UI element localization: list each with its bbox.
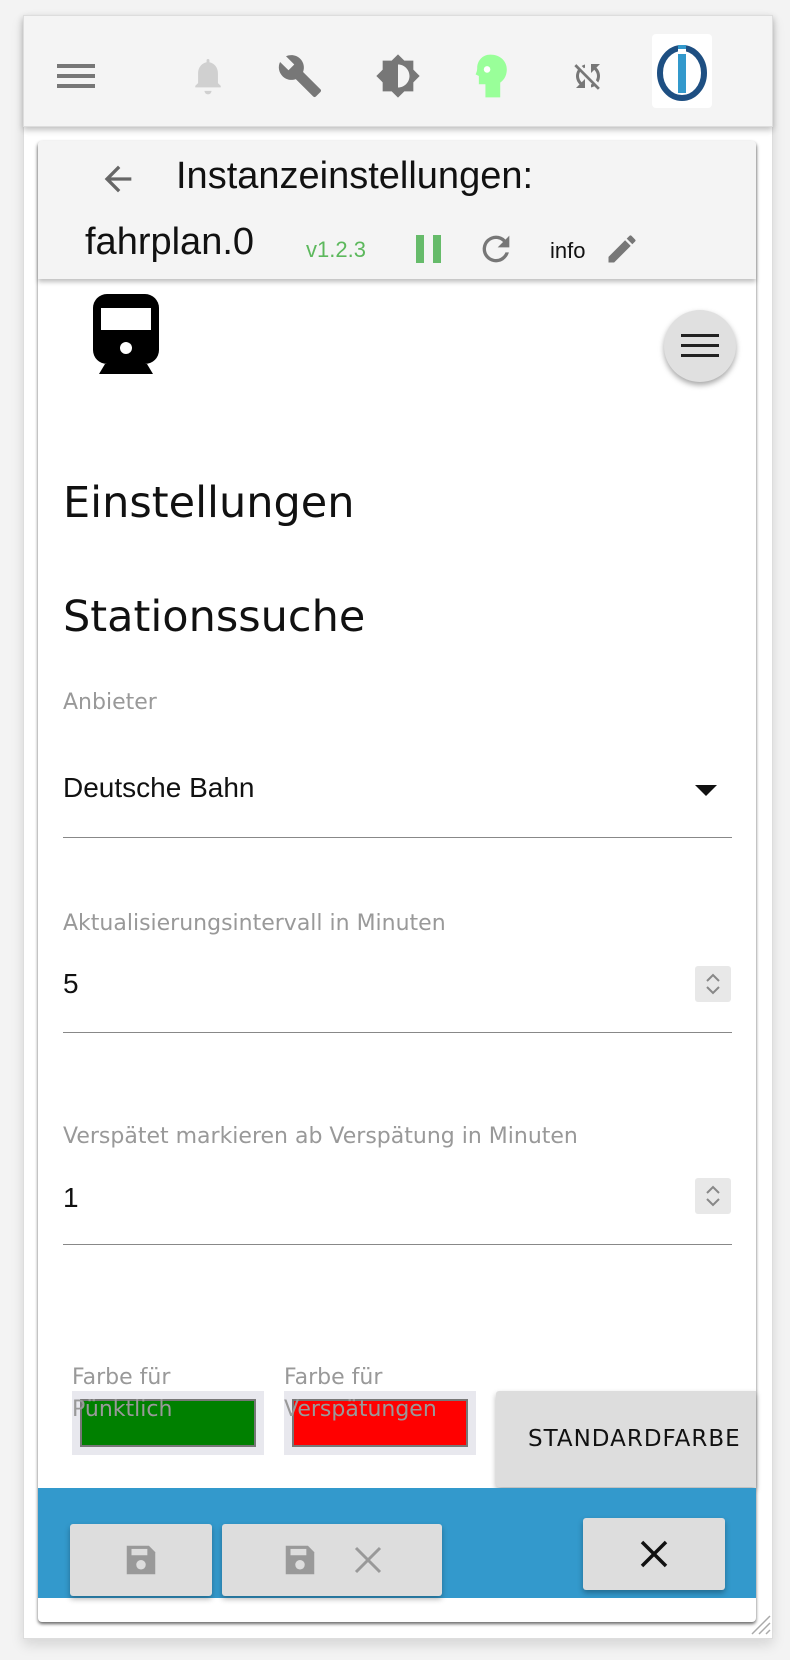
dropdown-arrow-icon[interactable] (695, 784, 717, 802)
delay-input[interactable]: 1 (63, 1182, 79, 1214)
train-icon (93, 294, 159, 379)
close-icon (640, 1540, 668, 1568)
version-label: v1.2.3 (306, 237, 366, 262)
page-title: Instanzeinstellungen: (176, 155, 534, 197)
provider-select[interactable]: Deutsche Bahn (63, 772, 254, 804)
delay-underline (63, 1244, 732, 1245)
default-colors-button[interactable]: STANDARDFARBE (496, 1391, 756, 1487)
sync-disabled-icon[interactable] (564, 52, 612, 100)
provider-label: Anbieter (63, 690, 157, 715)
close-button[interactable] (583, 1518, 725, 1590)
interval-stepper[interactable] (695, 966, 731, 1002)
ontime-color-label: Farbe für Pünktlich (72, 1365, 173, 1422)
interval-input[interactable]: 5 (63, 968, 79, 1000)
delayed-color-label: Farbe für Verspätungen (284, 1365, 437, 1422)
section-heading: Stationssuche (63, 592, 366, 642)
save-icon (126, 1545, 156, 1575)
instance-name: fahrplan.0 (85, 221, 255, 263)
delay-label: Verspätet markieren ab Verspätung in Min… (63, 1124, 578, 1149)
info-link[interactable]: info (550, 238, 585, 264)
provider-underline (63, 837, 732, 838)
interval-underline (63, 1032, 732, 1033)
close-icon (354, 1546, 382, 1574)
back-arrow-icon[interactable] (98, 159, 138, 204)
interval-label: Aktualisierungsintervall in Minuten (63, 911, 446, 936)
top-toolbar (23, 15, 773, 127)
delay-stepper[interactable] (695, 1178, 731, 1214)
bell-icon[interactable] (184, 52, 232, 100)
save-icon (285, 1545, 315, 1575)
footer-action-bar (38, 1488, 756, 1598)
settings-heading: Einstellungen (63, 478, 355, 528)
menu-fab-button[interactable] (664, 310, 736, 382)
edit-pencil-icon[interactable] (604, 231, 640, 272)
menu-icon (681, 334, 719, 357)
restart-icon[interactable] (476, 229, 516, 274)
brightness-icon[interactable] (374, 52, 422, 100)
iobroker-logo[interactable] (652, 34, 712, 108)
save-button[interactable] (70, 1524, 212, 1596)
save-and-close-button[interactable] (222, 1524, 442, 1596)
resize-handle-icon[interactable] (748, 1612, 772, 1641)
menu-icon[interactable] (52, 52, 100, 100)
instance-header: Instanzeinstellungen: fahrplan.0 v1.2.3 … (38, 141, 756, 279)
wrench-icon[interactable] (276, 52, 324, 100)
expert-mode-head-icon[interactable] (468, 52, 516, 100)
pause-icon[interactable] (416, 233, 442, 270)
